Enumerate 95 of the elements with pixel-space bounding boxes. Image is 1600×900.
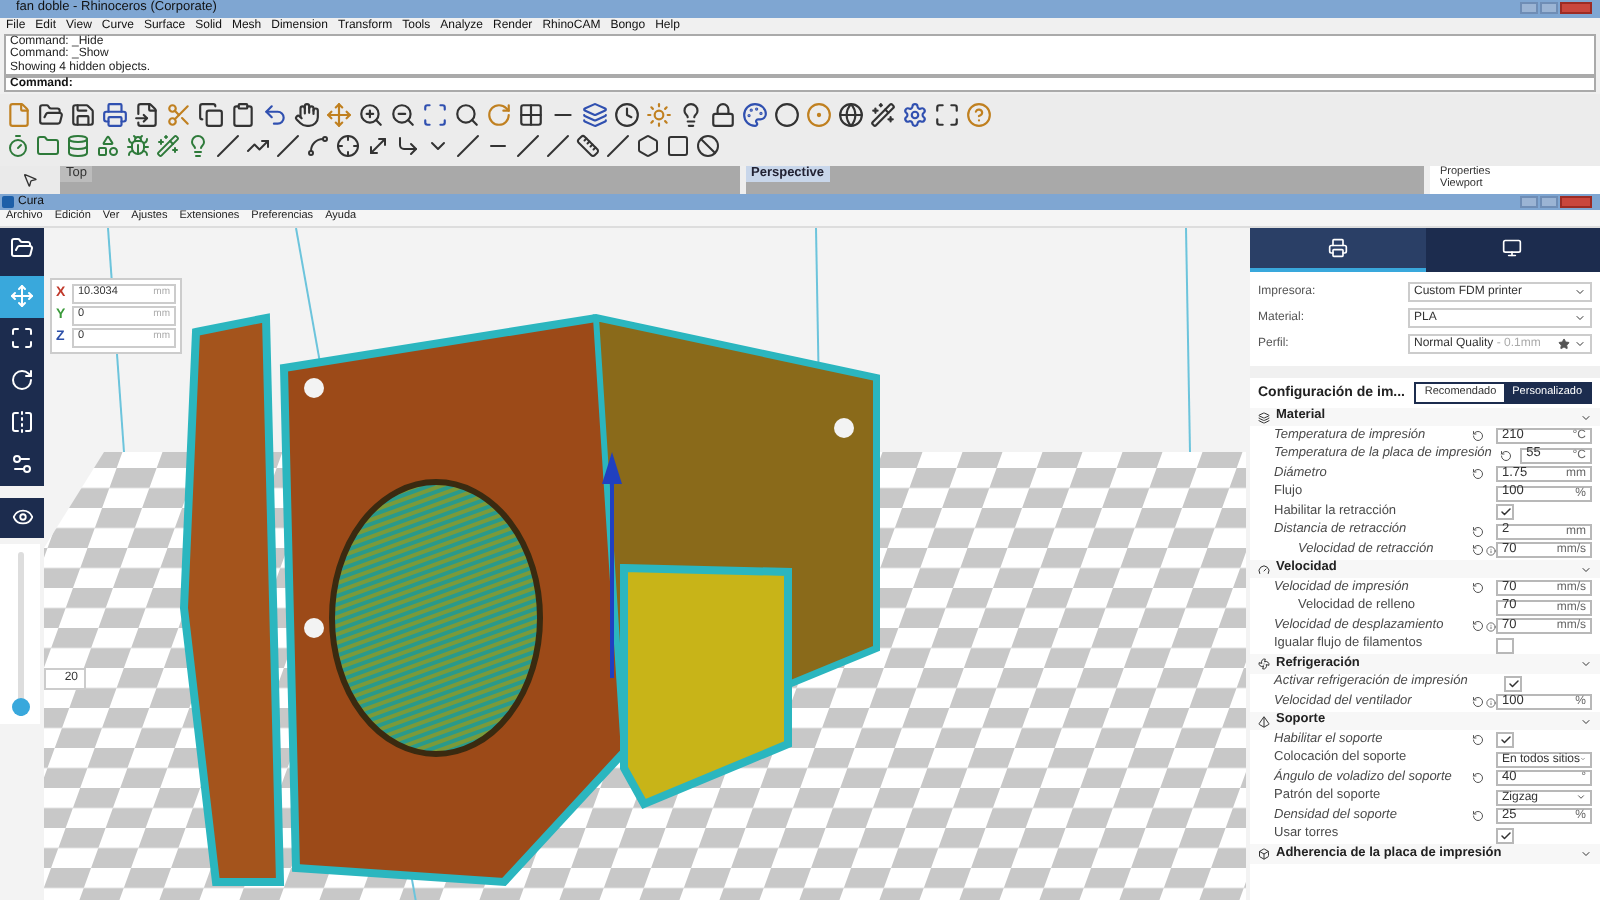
- import-icon[interactable]: [134, 101, 160, 128]
- mirror-icon: [10, 410, 34, 435]
- hand-icon[interactable]: [294, 101, 320, 128]
- grid-icon[interactable]: [518, 101, 544, 128]
- sliders-icon: [10, 452, 34, 477]
- lightbulb-icon[interactable]: [678, 101, 704, 128]
- hexagon-icon[interactable]: [636, 133, 660, 158]
- info-icon: [1485, 697, 1495, 708]
- palette-icon[interactable]: [742, 101, 768, 128]
- info-icon: [1485, 545, 1495, 556]
- search-icon[interactable]: [454, 101, 480, 128]
- chevron-icon: [1580, 563, 1592, 576]
- app-logo-icon: [2, 195, 14, 208]
- checkbox[interactable]: [1496, 504, 1514, 521]
- tool-button[interactable]: [0, 275, 44, 318]
- checkbox[interactable]: [1496, 732, 1514, 749]
- ruler-icon[interactable]: [576, 133, 600, 158]
- monitor-icon: [1502, 237, 1523, 258]
- line-icon[interactable]: [606, 133, 630, 158]
- square-icon[interactable]: [666, 133, 690, 158]
- axis-icon[interactable]: [336, 133, 360, 158]
- zoom-extents-icon[interactable]: [422, 101, 448, 128]
- chevron-icon: [1580, 848, 1592, 861]
- lock-icon[interactable]: [710, 101, 736, 128]
- reset-icon[interactable]: [1472, 525, 1484, 538]
- star-icon[interactable]: [1558, 338, 1570, 351]
- line-icon[interactable]: [456, 133, 480, 158]
- timer-icon[interactable]: [6, 133, 30, 158]
- pointer-icon[interactable]: [22, 171, 38, 188]
- view-mode-button[interactable]: [0, 497, 44, 538]
- scale-icon: [10, 326, 34, 351]
- chevron-icon: [1576, 792, 1586, 803]
- window-close-button[interactable]: [1560, 195, 1592, 208]
- wand-icon[interactable]: [870, 101, 896, 128]
- folder-icon: [10, 236, 34, 261]
- check-icon: [1507, 677, 1520, 690]
- layers-icon[interactable]: [582, 101, 608, 128]
- line-icon[interactable]: [276, 133, 300, 158]
- save-icon[interactable]: [70, 101, 96, 128]
- eye-icon: [11, 506, 33, 529]
- ban-icon[interactable]: [696, 133, 720, 158]
- curve-icon[interactable]: [306, 133, 330, 158]
- printer-icon[interactable]: [102, 101, 128, 128]
- settings-icon[interactable]: [902, 101, 928, 128]
- plate-icon: [1258, 848, 1270, 861]
- printer-icon: [1327, 237, 1348, 258]
- axis-arrow[interactable]: [602, 451, 622, 678]
- database-icon[interactable]: [66, 133, 90, 158]
- zoom-out-icon[interactable]: [390, 101, 416, 128]
- info-icon: [1485, 621, 1495, 632]
- bug-icon[interactable]: [126, 133, 150, 158]
- frame-icon[interactable]: [934, 101, 960, 128]
- reset-icon[interactable]: [1472, 734, 1484, 747]
- slider-track[interactable]: [17, 551, 23, 716]
- support-icon: [1258, 715, 1270, 728]
- clipboard-icon[interactable]: [230, 101, 256, 128]
- line-icon[interactable]: [516, 133, 540, 158]
- globe-icon[interactable]: [838, 101, 864, 128]
- reset-icon[interactable]: [1472, 430, 1484, 443]
- reset-icon[interactable]: [1472, 620, 1484, 633]
- panel-tab[interactable]: [1250, 227, 1425, 272]
- chevron-icon: [1580, 658, 1592, 671]
- checkbox[interactable]: [1504, 675, 1523, 692]
- slider-handle[interactable]: [11, 697, 29, 716]
- zoom-in-icon[interactable]: [358, 101, 384, 128]
- move-icon: [10, 284, 34, 309]
- diagonal-arrow-icon[interactable]: [366, 133, 390, 158]
- checkbox[interactable]: [1496, 637, 1514, 654]
- fan-icon: [1258, 658, 1270, 671]
- reset-icon[interactable]: [1472, 544, 1484, 557]
- chevron-icon: [1580, 715, 1592, 728]
- corner-icon[interactable]: [396, 133, 420, 158]
- copy-icon[interactable]: [198, 101, 224, 128]
- reset-icon[interactable]: [1499, 449, 1512, 462]
- reset-icon[interactable]: [1472, 468, 1484, 481]
- clock-icon[interactable]: [614, 101, 640, 128]
- check-icon: [1499, 506, 1511, 519]
- circle-icon[interactable]: [774, 101, 800, 128]
- shapes-icon[interactable]: [96, 133, 120, 158]
- reset-icon[interactable]: [1472, 810, 1484, 823]
- check-icon: [1499, 734, 1511, 747]
- rotate-icon: [10, 368, 34, 393]
- check-icon: [1499, 829, 1511, 842]
- reset-icon[interactable]: [1472, 582, 1484, 595]
- line-icon[interactable]: [216, 133, 240, 158]
- window-close-button[interactable]: [1560, 2, 1592, 15]
- gauge-icon: [1258, 563, 1270, 576]
- folder-icon[interactable]: [38, 101, 64, 128]
- line-icon[interactable]: [546, 133, 570, 158]
- undo-icon[interactable]: [262, 101, 288, 128]
- chevron-icon: [1580, 411, 1592, 424]
- material-icon: [1258, 411, 1270, 424]
- reset-icon[interactable]: [1472, 772, 1484, 785]
- reset-icon[interactable]: [1472, 696, 1484, 709]
- checkbox[interactable]: [1496, 827, 1514, 844]
